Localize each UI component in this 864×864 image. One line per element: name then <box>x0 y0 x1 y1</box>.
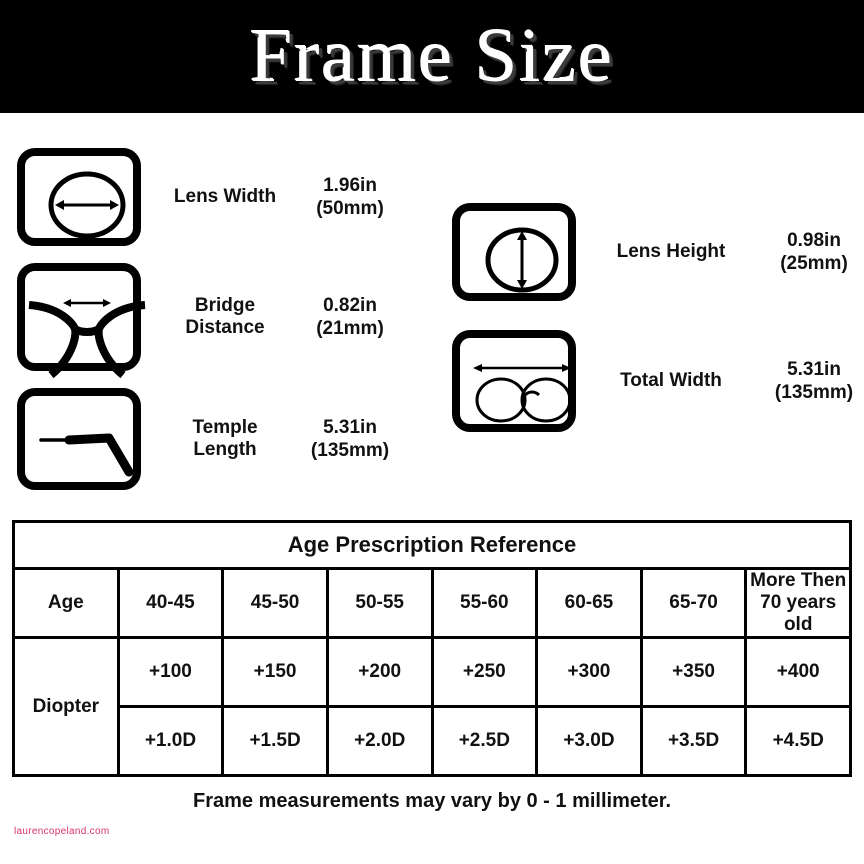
measurement-value-bridge-distance: 0.82in (21mm) <box>295 294 405 340</box>
watermark: laurencopeland.com <box>14 826 110 837</box>
total-width-icon <box>452 330 576 432</box>
table-title-row: Age Prescription Reference <box>12 520 852 570</box>
temple-length-icon <box>17 388 141 490</box>
table-cell-diopter: +200 <box>325 636 434 708</box>
table-title: Age Prescription Reference <box>12 520 852 570</box>
table-cell-diopter: +100 <box>116 636 225 708</box>
table-cell-diopter-d: +3.0D <box>535 705 643 777</box>
measurement-label-bridge-distance: Bridge Distance <box>155 295 295 339</box>
table-cell-diopter: +300 <box>535 636 643 708</box>
measurement-row-total-width: Total Width 5.31in (135mm) <box>452 330 864 432</box>
lens-width-icon <box>17 148 141 246</box>
table-cell-age-over-70: More Then 70 years old <box>744 567 852 639</box>
table-cell-diopter-d: +2.0D <box>325 705 434 777</box>
label-line-1: Bridge <box>194 295 256 316</box>
age-last-line-2: 70 years old <box>760 592 837 635</box>
table-cell-diopter: +250 <box>430 636 539 708</box>
measurement-row-temple-length: Temple Length 5.31in (135mm) <box>17 388 405 490</box>
label-line-2: Distance <box>185 317 265 338</box>
value-inches: 0.98in <box>787 230 841 251</box>
measurement-row-lens-width: Lens Width 1.96in (50mm) <box>17 148 405 246</box>
measurement-value-temple-length: 5.31in (135mm) <box>295 416 405 462</box>
table-row-age: Age 40-45 45-50 50-55 55-60 60-65 65-70 … <box>12 567 852 639</box>
table-cell-diopter-d: +4.5D <box>744 705 852 777</box>
value-inches: 5.31in <box>787 359 841 380</box>
table-cell-diopter: +150 <box>221 636 329 708</box>
table-cell-age: 65-70 <box>639 567 748 639</box>
value-inches: 0.82in <box>323 295 377 316</box>
value-millimeters: (25mm) <box>780 253 848 274</box>
value-millimeters: (135mm) <box>310 440 390 461</box>
value-millimeters: (50mm) <box>316 198 384 219</box>
table-cell-diopter-d: +1.5D <box>221 705 329 777</box>
table-cell-age: 60-65 <box>535 567 643 639</box>
measurement-label-total-width: Total Width <box>620 370 722 391</box>
value-millimeters: (21mm) <box>316 318 384 339</box>
measurement-row-lens-height: Lens Height 0.98in (25mm) <box>452 203 864 301</box>
page-title: Frame Size <box>249 14 614 98</box>
table-cell-age: 55-60 <box>430 567 539 639</box>
table-row-diopter-numeric: Diopter +100 +150 +200 +250 +300 +350 +4… <box>12 636 852 777</box>
table-cell-diopter-d: +1.0D <box>116 705 225 777</box>
age-last-line-1: More Then <box>750 570 847 591</box>
row-header-diopter: Diopter <box>12 636 120 777</box>
table-cell-diopter-d: +2.5D <box>430 705 539 777</box>
table-cell-age: 45-50 <box>221 567 329 639</box>
label-line-1: Temple <box>192 417 258 438</box>
table-cell-diopter: +400 <box>744 636 852 708</box>
table-cell-age: 50-55 <box>325 567 434 639</box>
value-millimeters: (135mm) <box>774 382 854 403</box>
footer-note: Frame measurements may vary by 0 - 1 mil… <box>192 790 672 812</box>
table-cell-diopter: +350 <box>639 636 748 708</box>
measurement-label-lens-height: Lens Height <box>616 241 726 262</box>
measurement-label-lens-width: Lens Width <box>173 186 277 207</box>
value-inches: 1.96in <box>323 175 377 196</box>
header-banner: Frame Size <box>0 0 864 113</box>
age-prescription-table: Age Prescription Reference Age 40-45 45-… <box>12 520 852 777</box>
lens-height-icon <box>452 203 576 301</box>
measurement-label-temple-length: Temple Length <box>155 417 295 461</box>
measurement-value-lens-width: 1.96in (50mm) <box>295 174 405 220</box>
bridge-distance-icon <box>17 263 146 379</box>
table-cell-diopter-d: +3.5D <box>639 705 748 777</box>
table-row-diopter-d: +1.0D +1.5D +2.0D +2.5D +3.0D +3.5D +4.5… <box>14 705 852 777</box>
measurement-value-lens-height: 0.98in (25mm) <box>754 229 864 275</box>
label-line-2: Length <box>193 439 257 460</box>
measurement-value-total-width: 5.31in (135mm) <box>754 358 864 404</box>
measurement-row-bridge-distance: Bridge Distance 0.82in (21mm) <box>17 263 405 379</box>
value-inches: 5.31in <box>323 417 377 438</box>
table-cell-age: 40-45 <box>116 567 225 639</box>
row-header-age: Age <box>12 567 120 639</box>
